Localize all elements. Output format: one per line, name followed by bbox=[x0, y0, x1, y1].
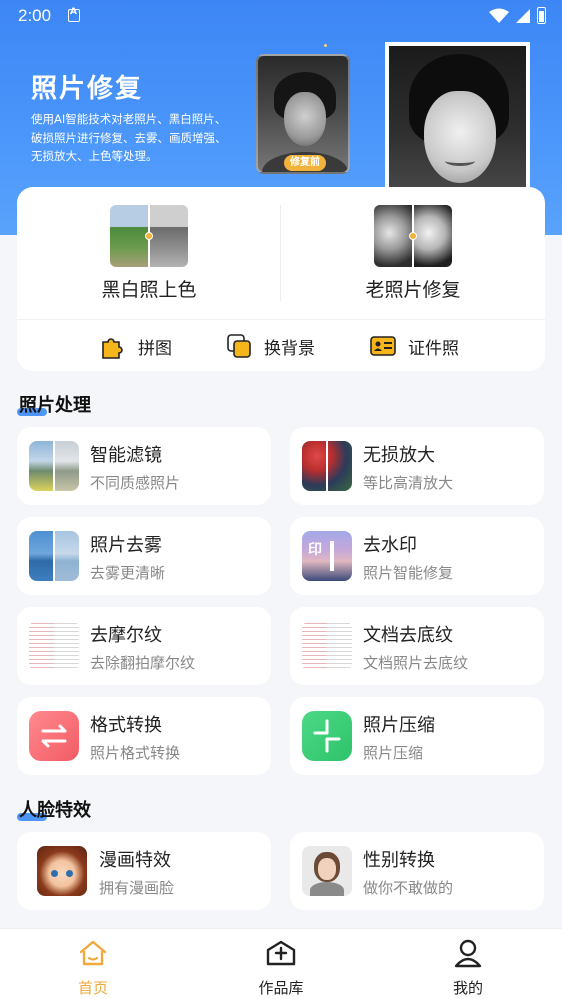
hero-description: 使用AI智能技术对老照片、黑白照片、破损照片进行修复、去雾、画质增强、无损放大、… bbox=[31, 112, 227, 163]
status-bar: 2:00 bbox=[0, 0, 562, 32]
puzzle-tool[interactable]: 拼图 bbox=[100, 333, 172, 359]
dehaze-title: 照片去雾 bbox=[90, 535, 162, 556]
nav-works[interactable]: 作品库 bbox=[236, 937, 326, 998]
nav-profile-label: 我的 bbox=[452, 979, 483, 997]
id-photo-tool[interactable]: 证件照 bbox=[370, 333, 459, 359]
cartoon-effect-icon bbox=[37, 846, 87, 896]
before-photo: 修复前 bbox=[256, 54, 350, 174]
colorize-feature[interactable]: 黑白照上色 bbox=[17, 205, 281, 302]
cartoon-effect-title: 漫画特效 bbox=[99, 850, 171, 871]
signal-icon bbox=[516, 8, 530, 23]
battery-icon bbox=[537, 7, 546, 24]
nav-home-label: 首页 bbox=[77, 979, 108, 997]
photo-compress-card[interactable]: 照片压缩 照片压缩 bbox=[290, 697, 544, 775]
swap-arrows-icon bbox=[41, 724, 67, 748]
lossless-upscale-title: 无损放大 bbox=[363, 445, 435, 466]
dehaze-card[interactable]: 照片去雾 去雾更清晰 bbox=[17, 517, 271, 595]
puzzle-icon bbox=[102, 338, 123, 359]
document-remove-texture-icon bbox=[302, 621, 352, 671]
old-photo-restore-feature[interactable]: 老照片修复 bbox=[281, 205, 545, 302]
gender-swap-title: 性别转换 bbox=[363, 850, 435, 871]
smart-filter-icon bbox=[29, 441, 79, 491]
nav-profile[interactable]: 我的 bbox=[423, 937, 513, 998]
cartoon-effect-subtitle: 拥有漫画脸 bbox=[99, 879, 175, 897]
nav-works-label: 作品库 bbox=[258, 979, 304, 997]
document-remove-texture-title: 文档去底纹 bbox=[363, 625, 453, 646]
remove-watermark-title: 去水印 bbox=[363, 535, 417, 556]
remove-watermark-icon: 印 bbox=[302, 531, 352, 581]
main-features-card: 黑白照上色 老照片修复 拼图 换背景 证件照 bbox=[17, 187, 545, 371]
layers-icon bbox=[227, 334, 251, 358]
photo-compress-icon bbox=[302, 711, 352, 761]
format-convert-title: 格式转换 bbox=[90, 715, 162, 736]
before-badge: 修复前 bbox=[284, 155, 326, 171]
puzzle-label: 拼图 bbox=[138, 338, 172, 359]
decor-dot bbox=[324, 44, 327, 47]
document-remove-texture-card[interactable]: 文档去底纹 文档照片去底纹 bbox=[290, 607, 544, 685]
compress-arrows-icon bbox=[313, 719, 341, 753]
gender-swap-icon bbox=[302, 846, 352, 896]
document-remove-texture-subtitle: 文档照片去底纹 bbox=[363, 654, 469, 672]
gender-swap-card[interactable]: 性别转换 做你不敢做的 bbox=[290, 832, 544, 910]
section-title-face-effects: 人脸特效 bbox=[17, 800, 91, 821]
gender-swap-subtitle: 做你不敢做的 bbox=[363, 879, 454, 897]
section-title-photo-processing: 照片处理 bbox=[17, 395, 91, 416]
colorize-label: 黑白照上色 bbox=[101, 279, 197, 301]
hero-title: 照片修复 bbox=[31, 74, 144, 104]
home-icon bbox=[79, 940, 107, 966]
id-card-icon bbox=[370, 336, 396, 356]
bottom-nav: 首页 作品库 我的 bbox=[0, 928, 562, 999]
user-icon bbox=[454, 939, 482, 968]
status-time: 2:00 bbox=[18, 6, 52, 25]
lossless-upscale-card[interactable]: 无损放大 等比高清放大 bbox=[290, 427, 544, 505]
colorize-thumbnail bbox=[110, 205, 188, 267]
remove-moire-subtitle: 去除翻拍摩尔纹 bbox=[90, 654, 196, 672]
id-photo-label: 证件照 bbox=[408, 338, 459, 359]
smart-filter-card[interactable]: 智能滤镜 不同质感照片 bbox=[17, 427, 271, 505]
format-convert-subtitle: 照片格式转换 bbox=[90, 744, 181, 762]
lossless-upscale-subtitle: 等比高清放大 bbox=[363, 474, 454, 492]
photo-compress-title: 照片压缩 bbox=[363, 715, 435, 736]
remove-moire-icon bbox=[29, 621, 79, 671]
change-background-tool[interactable]: 换背景 bbox=[226, 333, 315, 359]
format-convert-icon bbox=[29, 711, 79, 761]
change-background-label: 换背景 bbox=[264, 338, 315, 359]
smart-filter-title: 智能滤镜 bbox=[90, 445, 162, 466]
dehaze-icon bbox=[29, 531, 79, 581]
wifi-icon bbox=[489, 8, 509, 23]
remove-moire-card[interactable]: 去摩尔纹 去除翻拍摩尔纹 bbox=[17, 607, 271, 685]
works-icon bbox=[266, 940, 296, 966]
after-photo bbox=[385, 42, 530, 192]
dehaze-subtitle: 去雾更清晰 bbox=[90, 564, 166, 582]
remove-watermark-card[interactable]: 印 去水印 照片智能修复 bbox=[290, 517, 544, 595]
restore-label: 老照片修复 bbox=[365, 279, 461, 301]
notification-a-icon bbox=[68, 7, 80, 22]
quick-tools: 拼图 换背景 证件照 bbox=[17, 320, 545, 371]
remove-moire-title: 去摩尔纹 bbox=[90, 625, 162, 646]
format-convert-card[interactable]: 格式转换 照片格式转换 bbox=[17, 697, 271, 775]
cartoon-effect-card[interactable]: 漫画特效 拥有漫画脸 bbox=[17, 832, 271, 910]
smart-filter-subtitle: 不同质感照片 bbox=[90, 474, 181, 492]
photo-compress-subtitle: 照片压缩 bbox=[363, 744, 424, 762]
restore-thumbnail bbox=[374, 205, 452, 267]
lossless-upscale-icon bbox=[302, 441, 352, 491]
nav-home[interactable]: 首页 bbox=[48, 937, 138, 998]
remove-watermark-subtitle: 照片智能修复 bbox=[363, 564, 454, 582]
